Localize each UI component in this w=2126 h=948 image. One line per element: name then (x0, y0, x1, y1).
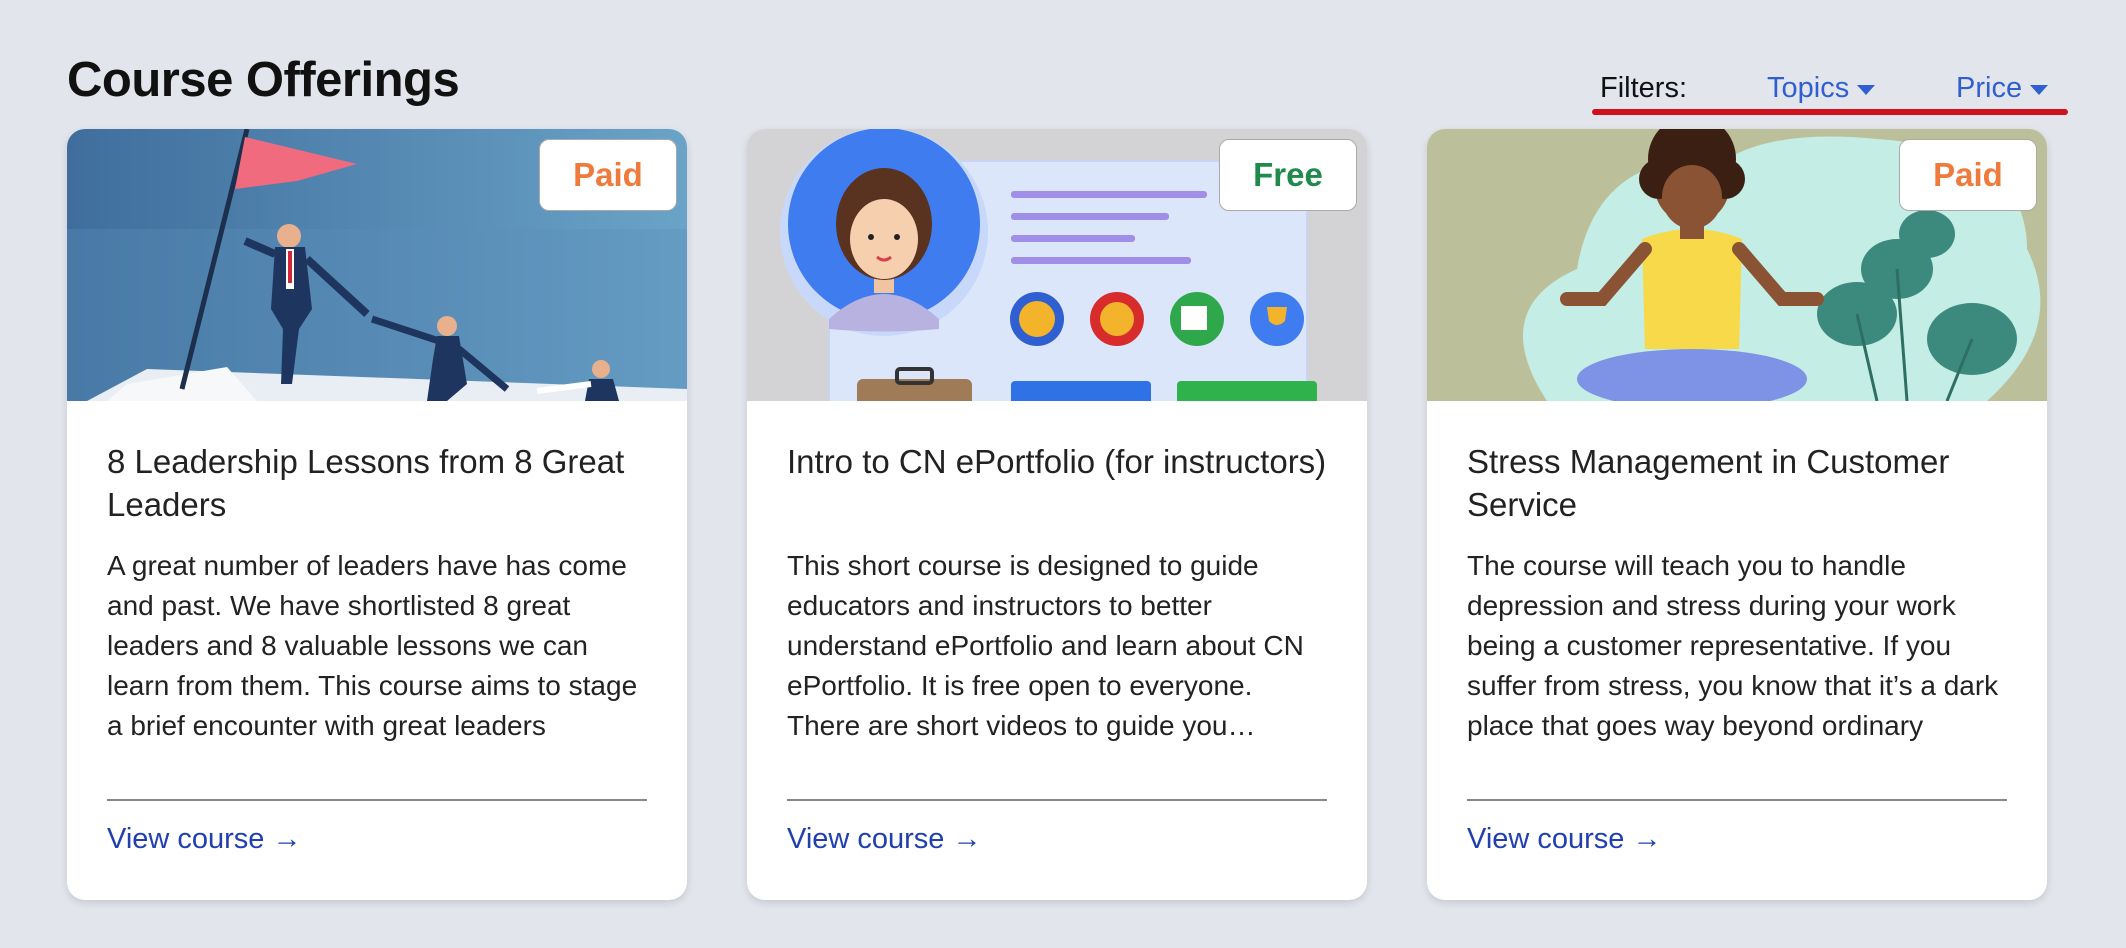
filters-underline (1592, 109, 2068, 115)
course-card: Paid 8 Leadership Lessons from 8 Great L… (67, 129, 687, 900)
topics-dropdown[interactable]: Topics (1767, 72, 1876, 105)
filters-bar: Filters: Topics Price (1592, 68, 2064, 110)
course-description: The course will teach you to handle depr… (1467, 550, 1999, 741)
price-label: Price (1956, 72, 2023, 104)
view-course-link[interactable]: View course → (787, 823, 982, 856)
course-card: Paid Stress Management in Customer Servi… (1427, 129, 2047, 900)
course-title: 8 Leadership Lessons from 8 Great Leader… (107, 443, 625, 523)
caret-down-icon (2030, 84, 2049, 95)
course-title: Intro to CN ePortfolio (for instructors) (787, 443, 1327, 480)
card-divider (107, 799, 647, 801)
page-title: Course Offerings (67, 53, 460, 107)
price-badge: Free (1219, 139, 1357, 211)
course-description: A great number of leaders have has come … (107, 550, 638, 741)
view-course-link[interactable]: View course → (1467, 823, 1662, 856)
card-divider (1467, 799, 2007, 801)
course-description: This short course is designed to guide e… (787, 550, 1304, 741)
topics-label: Topics (1767, 72, 1850, 104)
price-dropdown[interactable]: Price (1956, 72, 2049, 105)
view-course-link[interactable]: View course → (107, 823, 302, 856)
course-card: Free Intro to CN ePortfolio (for instruc… (747, 129, 1367, 900)
price-badge: Paid (539, 139, 677, 211)
course-title: Stress Management in Customer Service (1467, 443, 1950, 523)
card-divider (787, 799, 1327, 801)
caret-down-icon (1857, 84, 1876, 95)
price-badge: Paid (1899, 139, 2037, 211)
filters-label: Filters: (1600, 72, 1687, 104)
